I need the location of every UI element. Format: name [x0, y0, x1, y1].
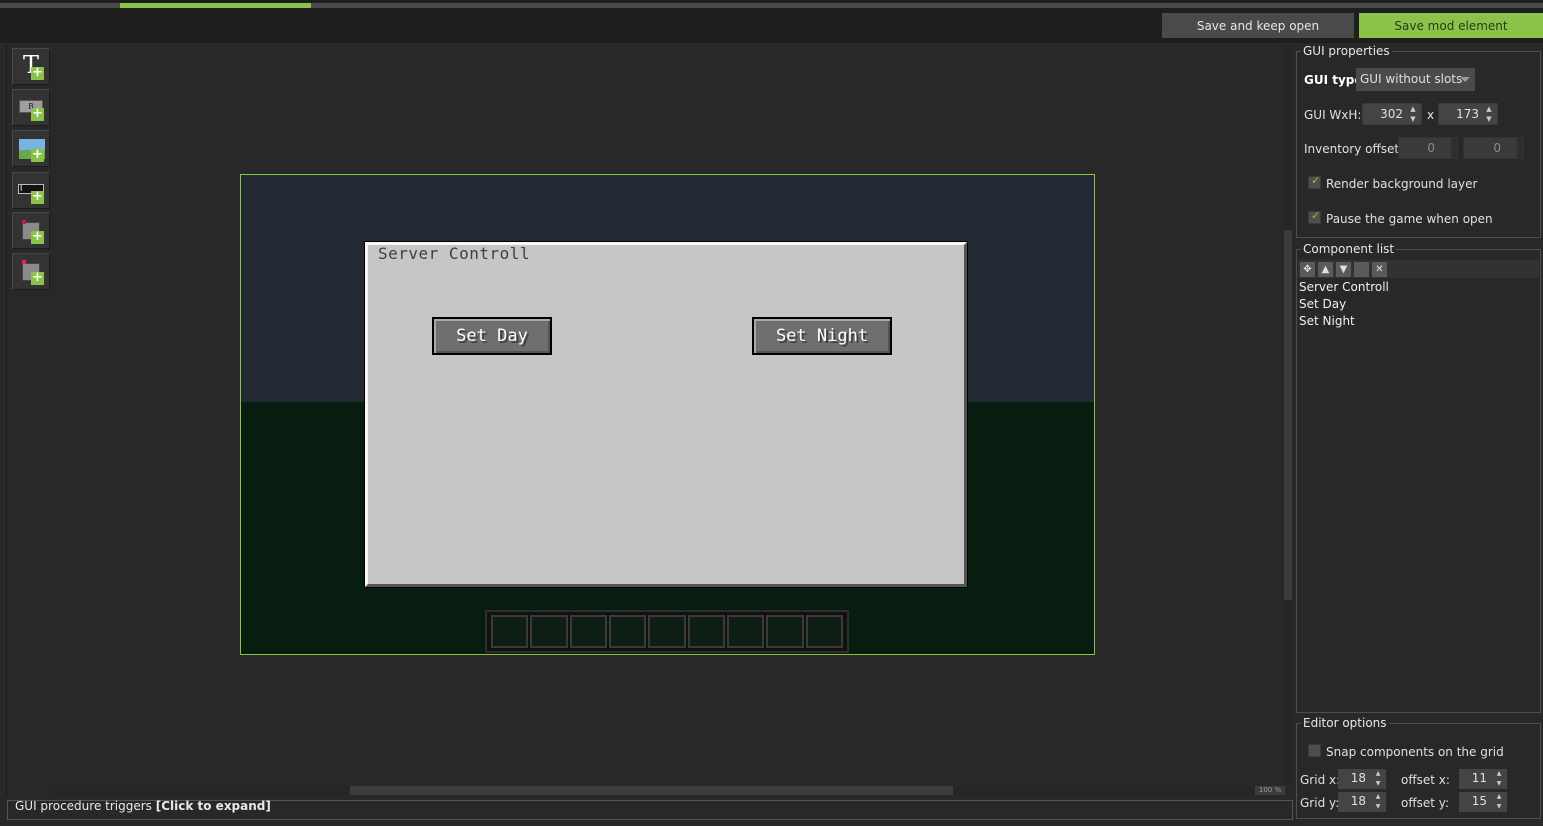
delete-icon[interactable]: ✕: [1372, 262, 1387, 277]
decrement-icon[interactable]: ▼: [1483, 114, 1495, 124]
hotbar-slot: [687, 615, 725, 648]
hotbar-slot: [766, 615, 804, 648]
increment-icon[interactable]: ▲: [1483, 104, 1495, 114]
move-down-icon[interactable]: ▼: [1336, 262, 1351, 277]
plus-icon: +: [31, 229, 44, 244]
grid-x-label: Grid x:: [1300, 773, 1341, 787]
offset-y-spinner[interactable]: 15 ▲ ▼: [1459, 792, 1507, 812]
decrement-icon[interactable]: ▼: [1373, 802, 1383, 812]
hotbar-slot: [608, 615, 647, 648]
increment-icon[interactable]: ▲: [1373, 769, 1383, 779]
increment-icon[interactable]: ▲: [1373, 792, 1383, 802]
vertical-scrollbar-thumb[interactable]: [1284, 230, 1292, 600]
hotbar-slot: [491, 615, 529, 648]
inventory-offset-y-field[interactable]: 0: [1463, 137, 1524, 159]
grid-y-spinner[interactable]: 18 ▲ ▼: [1338, 792, 1386, 812]
pause-game-label: Pause the game when open: [1326, 212, 1493, 226]
marker-dot-icon: [22, 220, 26, 224]
gui-wxh-label: GUI WxH:: [1304, 108, 1362, 122]
gui-width-value: 302: [1380, 107, 1403, 121]
plus-icon: +: [31, 147, 44, 162]
pause-game-checkbox[interactable]: ✓: [1308, 209, 1321, 224]
hotbar-slot: [805, 615, 843, 648]
add-image-tool[interactable]: +: [12, 130, 50, 167]
grid-y-label: Grid y:: [1300, 796, 1340, 810]
increment-icon[interactable]: ▲: [1494, 769, 1504, 779]
gui-type-select[interactable]: GUI without slots: [1356, 68, 1475, 91]
offset-x-label: offset x:: [1401, 773, 1450, 787]
add-button-tool[interactable]: B +: [12, 89, 50, 126]
left-border: [6, 45, 7, 795]
component-list-title: Component list: [1301, 242, 1397, 256]
move-up-icon[interactable]: ▲: [1318, 262, 1333, 277]
plus-icon: +: [31, 270, 44, 285]
gui-height-spinner[interactable]: 173 ▲ ▼: [1438, 103, 1498, 125]
move-icon[interactable]: ✥: [1300, 262, 1315, 277]
checkmark-icon: ✓: [1311, 174, 1321, 187]
add-label-tool[interactable]: T +: [12, 48, 50, 85]
chevron-down-icon: [1460, 77, 1470, 82]
increment-icon[interactable]: ▲: [1407, 104, 1419, 114]
gui-procedure-triggers-bar[interactable]: GUI procedure triggers [Click to expand]: [7, 800, 1293, 820]
hotbar: [485, 610, 849, 653]
inventory-offset-y-value: 0: [1493, 141, 1501, 155]
zoom-indicator: 100 %: [1255, 786, 1285, 795]
add-checkbox-tool[interactable]: +: [12, 212, 50, 249]
decrement-icon[interactable]: ▼: [1494, 779, 1504, 789]
field-side: [1451, 138, 1457, 158]
inventory-offset-x-value: 0: [1427, 141, 1435, 155]
snap-to-grid-label: Snap components on the grid: [1326, 745, 1504, 759]
set-night-button[interactable]: Set Night: [752, 317, 892, 355]
decrement-icon[interactable]: ▼: [1494, 802, 1504, 812]
grid-x-spinner[interactable]: 18 ▲ ▼: [1338, 769, 1386, 789]
plus-icon: +: [31, 189, 44, 204]
triggers-label: GUI procedure triggers: [15, 799, 156, 813]
hotbar-slot: [530, 615, 568, 648]
edit-icon[interactable]: [1354, 262, 1369, 277]
grid-x-value: 18: [1350, 771, 1366, 785]
render-background-checkbox[interactable]: ✓: [1308, 174, 1321, 189]
list-item[interactable]: Set Night: [1299, 314, 1355, 328]
list-item[interactable]: Set Day: [1299, 297, 1346, 311]
offset-x-value: 11: [1471, 771, 1487, 785]
save-mod-element-button[interactable]: Save mod element: [1359, 13, 1543, 38]
plus-icon: +: [31, 106, 44, 121]
gui-properties-title: GUI properties: [1301, 44, 1392, 58]
render-background-label: Render background layer: [1326, 177, 1478, 191]
inventory-offset-x-field[interactable]: 0: [1398, 137, 1458, 159]
size-separator: x: [1427, 108, 1435, 122]
save-and-keep-open-button[interactable]: Save and keep open: [1162, 13, 1354, 38]
offset-x-spinner[interactable]: 11 ▲ ▼: [1459, 769, 1507, 789]
gui-width-spinner[interactable]: 302 ▲ ▼: [1362, 103, 1422, 125]
offset-y-label: offset y:: [1401, 796, 1450, 810]
set-day-button[interactable]: Set Day: [432, 317, 552, 355]
expand-link[interactable]: [Click to expand]: [156, 799, 271, 813]
plus-icon: +: [31, 65, 44, 80]
editor-options-title: Editor options: [1301, 716, 1389, 730]
checkmark-icon: ✓: [1311, 209, 1321, 222]
hotbar-slot: [569, 615, 607, 648]
inventory-offset-label: Inventory offset:: [1304, 142, 1404, 156]
gui-panel[interactable]: [364, 241, 968, 588]
offset-y-value: 15: [1471, 794, 1487, 808]
decrement-icon[interactable]: ▼: [1407, 114, 1419, 124]
add-textfield-tool[interactable]: I +: [12, 172, 50, 209]
increment-icon[interactable]: ▲: [1494, 792, 1504, 802]
snap-to-grid-checkbox[interactable]: [1308, 744, 1321, 757]
gui-height-value: 173: [1456, 107, 1479, 121]
list-item[interactable]: Server Controll: [1299, 280, 1389, 294]
hotbar-slot: [648, 615, 686, 648]
gui-type-value: GUI without slots: [1360, 72, 1463, 86]
hotbar-slot: [726, 615, 765, 648]
horizontal-scrollbar-thumb[interactable]: [350, 786, 953, 795]
add-slot-tool[interactable]: +: [12, 253, 50, 290]
component-list-toolbar: ✥ ▲ ▼ ✕: [1298, 260, 1539, 278]
grid-y-value: 18: [1350, 794, 1366, 808]
gui-title-label[interactable]: Server Controll: [378, 244, 530, 263]
field-side: [1517, 138, 1523, 158]
marker-dot-icon: [22, 260, 26, 264]
decrement-icon[interactable]: ▼: [1373, 779, 1383, 789]
